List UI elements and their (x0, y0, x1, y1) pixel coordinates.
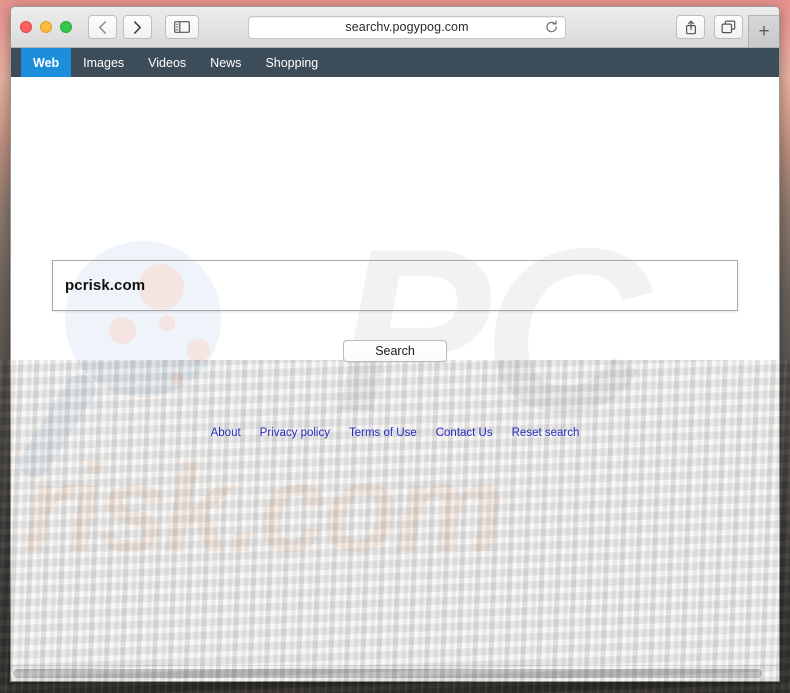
navigation-buttons (88, 15, 152, 39)
window-controls (20, 21, 72, 33)
footer-link-terms-of-use[interactable]: Terms of Use (349, 427, 417, 439)
footer-link-about[interactable]: About (211, 427, 241, 439)
browser-window: searchv.pogypog.com + Web Images Videos … (10, 6, 780, 682)
reload-icon (546, 20, 557, 33)
reload-button[interactable] (545, 20, 558, 34)
horizontal-scrollbar-thumb[interactable] (13, 669, 762, 678)
show-sidebar-button[interactable] (165, 15, 199, 39)
footer-link-privacy-policy[interactable]: Privacy policy (260, 427, 330, 439)
sitenav-item-news[interactable]: News (198, 48, 253, 77)
search-button-row: Search (11, 340, 779, 362)
search-input[interactable]: pcrisk.com (52, 260, 738, 311)
forward-button[interactable] (123, 15, 152, 39)
new-tab-button[interactable]: + (748, 15, 779, 48)
show-all-tabs-button[interactable] (714, 15, 743, 39)
sitenav-item-shopping[interactable]: Shopping (253, 48, 330, 77)
sitenav-item-images[interactable]: Images (71, 48, 136, 77)
site-navigation-bar: Web Images Videos News Shopping (11, 48, 779, 77)
zoom-window-button[interactable] (60, 21, 72, 33)
tabs-overview-icon (721, 20, 736, 34)
share-icon (685, 20, 696, 34)
watermark-domain-text: risk.com (23, 440, 505, 578)
footer-link-reset-search[interactable]: Reset search (512, 427, 580, 439)
share-button[interactable] (676, 15, 705, 39)
desktop-wallpaper: searchv.pogypog.com + Web Images Videos … (0, 0, 790, 693)
browser-toolbar: searchv.pogypog.com + (11, 7, 779, 48)
footer-link-contact-us[interactable]: Contact Us (436, 427, 493, 439)
address-bar[interactable]: searchv.pogypog.com (248, 15, 566, 39)
footer-links: About Privacy policy Terms of Use Contac… (11, 427, 779, 439)
chevron-right-icon (134, 20, 141, 34)
sitenav-item-web[interactable]: Web (21, 48, 72, 77)
page-content: PC risk.com pcrisk.com Search About Priv… (11, 77, 779, 665)
sitenav-item-videos[interactable]: Videos (136, 48, 198, 77)
search-input-value: pcrisk.com (65, 277, 146, 294)
chevron-left-icon (99, 20, 106, 34)
address-bar-text: searchv.pogypog.com (345, 20, 469, 34)
close-window-button[interactable] (20, 21, 32, 33)
search-button[interactable]: Search (343, 340, 447, 362)
back-button[interactable] (88, 15, 117, 39)
sidebar-icon (174, 21, 190, 33)
minimize-window-button[interactable] (40, 21, 52, 33)
horizontal-scrollbar[interactable] (11, 665, 779, 681)
search-area: pcrisk.com Search About Privacy policy T… (11, 77, 779, 439)
toolbar-right-buttons (676, 15, 743, 39)
